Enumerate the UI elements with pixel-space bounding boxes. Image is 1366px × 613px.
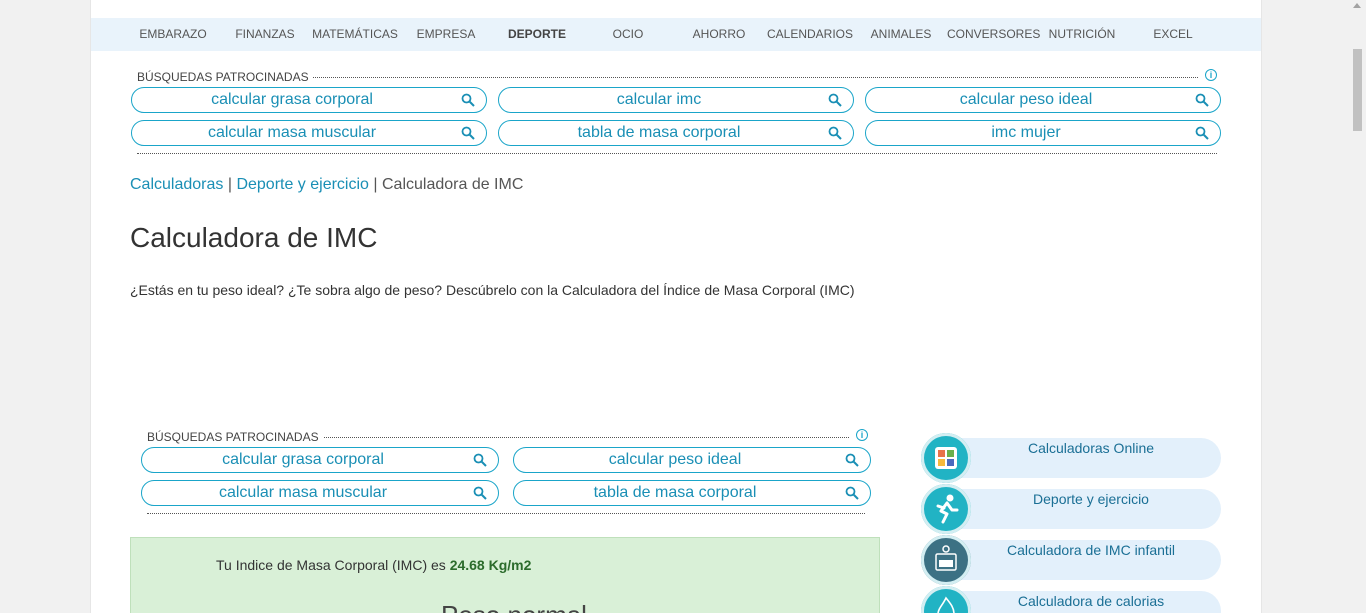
calculator-icon [921, 433, 971, 483]
breadcrumb: Calculadoras | Deporte y ejercicio | Cal… [130, 176, 523, 194]
sponsored-search-button[interactable]: calcular peso ideal [865, 87, 1221, 113]
sponsored-search-label: imc mujer [991, 124, 1061, 141]
nav-item-empresa[interactable]: EMPRESA [401, 18, 491, 51]
sponsored-search-label: calcular masa muscular [207, 124, 377, 141]
sidebar-item-calculadora-calorias[interactable]: Calculadora de calorias [921, 586, 1221, 613]
search-icon [473, 486, 487, 500]
sponsored-search-label: calcular peso ideal [608, 451, 742, 468]
search-icon [1195, 126, 1209, 140]
search-icon [828, 93, 842, 107]
runner-icon [921, 484, 971, 534]
sponsored-search-button[interactable]: tabla de masa corporal [513, 480, 871, 506]
scrollbar-thumb[interactable] [1353, 49, 1362, 131]
sidebar-item-deporte-ejercicio[interactable]: Deporte y ejercicio [921, 484, 1221, 534]
sidebar-item-label: Deporte y ejercicio [1033, 491, 1149, 507]
sponsored-search-button[interactable]: tabla de masa corporal [498, 120, 854, 146]
sponsored-divider [137, 153, 1217, 154]
sidebar-item-label: Calculadora de IMC infantil [1006, 542, 1176, 558]
sponsored-search-label: calcular imc [616, 91, 702, 108]
sponsored-search-button[interactable]: calcular imc [498, 87, 854, 113]
nav-item-calendarios[interactable]: CALENDARIOS [765, 18, 855, 51]
sponsored-search-button[interactable]: calcular masa muscular [141, 480, 499, 506]
sponsored-title: BÚSQUEDAS PATROCINADAS [147, 430, 323, 444]
child-scale-icon [921, 535, 971, 585]
sponsored-search-button[interactable]: calcular peso ideal [513, 447, 871, 473]
nav-item-animales[interactable]: ANIMALES [856, 18, 946, 51]
info-icon[interactable]: i [1205, 69, 1217, 81]
sidebar-item-imc-infantil[interactable]: Calculadora de IMC infantil [921, 535, 1221, 585]
search-icon [461, 93, 475, 107]
category-nav: EMBARAZO FINANZAS MATEMÁTICAS EMPRESA DE… [91, 18, 1261, 51]
sponsored-search-label: calcular grasa corporal [211, 91, 373, 108]
breadcrumb-separator: | [368, 176, 382, 193]
sponsored-search-label: tabla de masa corporal [593, 484, 757, 501]
breadcrumb-link-calculadoras[interactable]: Calculadoras [130, 176, 223, 193]
search-icon [845, 486, 859, 500]
search-icon [828, 126, 842, 140]
sponsored-search-button[interactable]: calcular masa muscular [131, 120, 487, 146]
info-icon[interactable]: i [856, 429, 868, 441]
sponsored-title: BÚSQUEDAS PATROCINADAS [137, 70, 313, 84]
sidebar-item-label: Calculadora de calorias [1017, 593, 1165, 609]
page-scrollbar[interactable] [1349, 0, 1366, 613]
sponsored-divider [147, 513, 865, 514]
sponsored-search-button[interactable]: imc mujer [865, 120, 1221, 146]
nav-item-ahorro[interactable]: AHORRO [674, 18, 764, 51]
sponsored-search-label: tabla de masa corporal [577, 124, 741, 141]
sponsored-search-label: calcular grasa corporal [222, 451, 384, 468]
nav-item-embarazo[interactable]: EMBARAZO [128, 18, 218, 51]
sidebar-item-label: Calculadoras Online [1027, 440, 1155, 456]
sponsored-search-button[interactable]: calcular grasa corporal [141, 447, 499, 473]
page-title: Calculadora de IMC [130, 222, 378, 253]
sponsored-search-label: calcular masa muscular [218, 484, 388, 501]
nav-item-deporte[interactable]: DEPORTE [492, 18, 582, 51]
sponsored-search-button[interactable]: calcular grasa corporal [131, 87, 487, 113]
nav-item-finanzas[interactable]: FINANZAS [220, 18, 310, 51]
flame-icon [921, 586, 971, 613]
imc-result-box: Tu Indice de Masa Corporal (IMC) es 24.6… [130, 537, 880, 613]
search-icon [845, 453, 859, 467]
search-icon [473, 453, 487, 467]
search-icon [461, 126, 475, 140]
nav-item-ocio[interactable]: OCIO [583, 18, 673, 51]
imc-category-heading: Peso normal [441, 600, 587, 613]
imc-result-line: Tu Indice de Masa Corporal (IMC) es 24.6… [216, 557, 531, 573]
nav-item-excel[interactable]: EXCEL [1128, 18, 1218, 51]
nav-item-conversores[interactable]: CONVERSORES [947, 18, 1040, 51]
page-container: EMBARAZO FINANZAS MATEMÁTICAS EMPRESA DE… [90, 0, 1262, 613]
sponsored-search-label: calcular peso ideal [959, 91, 1093, 108]
nav-item-matematicas[interactable]: MATEMÁTICAS [310, 18, 400, 51]
breadcrumb-separator: | [223, 176, 237, 193]
imc-result-prefix: Tu Indice de Masa Corporal (IMC) es [216, 557, 450, 573]
imc-result-value: 24.68 Kg/m2 [449, 557, 532, 573]
breadcrumb-link-deporte[interactable]: Deporte y ejercicio [236, 176, 369, 193]
breadcrumb-current: Calculadora de IMC [381, 176, 524, 193]
search-icon [1195, 93, 1209, 107]
sidebar-item-calculadoras-online[interactable]: Calculadoras Online [921, 433, 1221, 483]
intro-text: ¿Estás en tu peso ideal? ¿Te sobra algo … [130, 282, 855, 298]
scroll-up-arrow[interactable] [1353, 3, 1361, 8]
nav-item-nutricion[interactable]: NUTRICIÓN [1037, 18, 1127, 51]
